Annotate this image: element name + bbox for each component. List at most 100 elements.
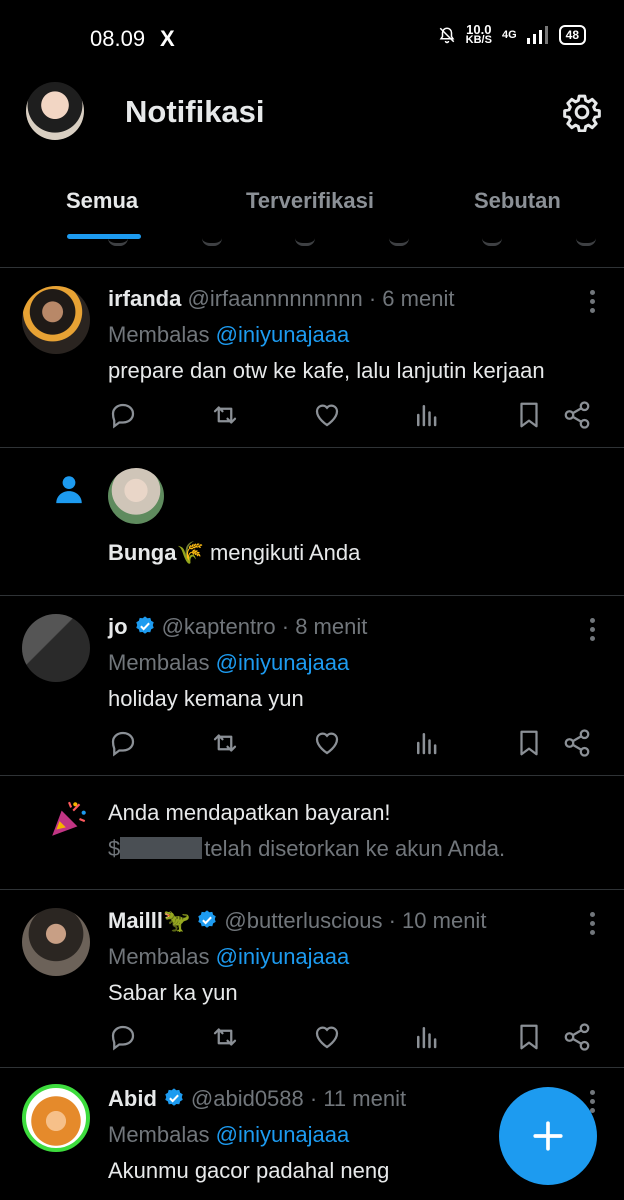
verified-badge-icon [135,616,154,634]
previous-action-row [108,232,596,246]
page-title: Notifikasi [125,94,265,129]
author-name[interactable]: Mailll🦖 [108,908,190,933]
author-handle[interactable]: @kaptentro [162,614,276,639]
notification-reply[interactable]: Mailll🦖 @butterluscious · 10 menit Membal… [0,890,624,1068]
reply-mention[interactable]: @iniyunajaaa [216,650,350,675]
follow-text: Bunga🌾 mengikuti Anda [108,540,360,566]
more-options-icon[interactable] [590,912,596,935]
battery-indicator: 48 [558,25,586,45]
payment-title: Anda mendapatkan bayaran! [108,800,391,825]
like-icon[interactable] [295,232,316,246]
reply-context: Membalas @iniyunajaaa [108,944,349,970]
network-speed-unit: KB/S [465,34,492,46]
author-handle[interactable]: @butterluscious [224,908,382,933]
verified-badge-icon [165,1088,183,1106]
more-options-icon[interactable] [590,1090,596,1113]
repost-icon[interactable] [210,400,240,430]
action-bar [108,1022,590,1054]
share-icon[interactable] [562,728,592,758]
bookmark-icon[interactable] [482,232,503,246]
reply-prefix: Membalas [108,944,210,969]
author-handle[interactable]: @abid0588 [191,1086,304,1111]
notification-follow[interactable]: Bunga🌾 mengikuti Anda [0,448,624,596]
tab-sebutan[interactable]: Sebutan [474,188,561,214]
views-icon[interactable] [388,232,409,246]
payment-detail: $ telah disetorkan ke akun Anda. [108,836,505,862]
follower-avatar[interactable] [108,468,164,524]
payment-suffix: telah disetorkan ke akun Anda. [204,836,506,861]
tab-terverifikasi[interactable]: Terverifikasi [246,188,374,214]
author-name[interactable]: irfanda [108,286,181,311]
post-time: · 8 menit [281,614,368,639]
post-text: Akunmu gacor padahal neng [108,1158,390,1183]
like-icon[interactable] [312,400,342,430]
views-icon[interactable] [412,1022,442,1052]
header: Notifikasi [0,76,624,156]
notification-payment[interactable]: Anda mendapatkan bayaran! $ telah disetor… [0,776,624,890]
bookmark-icon[interactable] [514,400,544,430]
more-options-icon[interactable] [590,618,596,641]
author-name[interactable]: jo [108,614,128,639]
post-time: · 6 menit [368,286,455,311]
share-icon[interactable] [575,232,596,246]
x-logo-icon: X [160,26,175,51]
status-time: 08.09 [90,26,146,51]
share-icon[interactable] [562,400,592,430]
reply-icon[interactable] [108,232,128,246]
reply-prefix: Membalas [108,322,210,347]
follow-action-text: mengikuti Anda [203,540,361,565]
reply-icon[interactable] [108,400,138,430]
tab-semua[interactable]: Semua [66,188,138,214]
redacted-amount [120,837,203,859]
like-icon[interactable] [312,1022,342,1052]
like-icon[interactable] [312,728,342,758]
author-name[interactable]: Abid [108,1086,157,1111]
reply-icon[interactable] [108,728,138,758]
reply-prefix: Membalas [108,650,210,675]
post-text: prepare dan otw ke kafe, lalu lanjutin k… [108,358,545,383]
reply-context: Membalas @iniyunajaaa [108,650,349,676]
repost-icon[interactable] [210,1022,240,1052]
gear-icon[interactable] [562,92,602,132]
network-type: 4G [501,29,517,41]
post-time: · 11 menit [309,1086,407,1111]
profile-avatar[interactable] [26,82,84,140]
party-popper-icon [52,801,86,836]
avatar[interactable] [22,614,90,682]
avatar[interactable] [22,1084,90,1152]
action-bar [108,728,590,760]
bookmark-icon[interactable] [514,728,544,758]
reply-mention[interactable]: @iniyunajaaa [216,1122,350,1147]
author-handle[interactable]: @irfaannnnnnnnn [187,286,362,311]
status-bar: 08.09 X 10.0 KB/S 4G 48 [0,0,624,76]
more-options-icon[interactable] [590,290,596,313]
reply-context: Membalas @iniyunajaaa [108,1122,349,1148]
reply-icon[interactable] [108,1022,138,1052]
repost-icon[interactable] [201,232,222,246]
views-icon[interactable] [412,400,442,430]
share-icon[interactable] [562,1022,592,1052]
follower-name[interactable]: Bunga🌾 [108,540,204,565]
reply-mention[interactable]: @iniyunajaaa [216,944,350,969]
notification-reply[interactable]: jo @kaptentro · 8 menit Membalas @iniyuna… [0,596,624,776]
reply-mention[interactable]: @iniyunajaaa [216,322,350,347]
post-meta: Abid @abid0588 · 11 menit [108,1086,406,1112]
post-meta: jo @kaptentro · 8 menit [108,614,367,640]
avatar[interactable] [22,908,90,976]
post-meta: Mailll🦖 @butterluscious · 10 menit [108,908,486,934]
compose-button[interactable] [499,1087,597,1185]
bookmark-icon[interactable] [514,1022,544,1052]
status-indicators: 10.0 KB/S 4G 48 [438,23,586,46]
avatar[interactable] [22,286,90,354]
plus-icon [533,1121,563,1151]
reply-prefix: Membalas [108,1122,210,1147]
views-icon[interactable] [412,728,442,758]
payment-currency: $ [108,836,121,861]
post-time: · 10 menit [388,908,487,933]
signal-icon [526,26,548,44]
notification-reply[interactable]: irfanda @irfaannnnnnnnn · 6 menit Membal… [0,268,624,448]
previous-item-actions [0,232,624,268]
post-text: Sabar ka yun [108,980,238,1005]
post-meta: irfanda @irfaannnnnnnnn · 6 menit [108,286,454,312]
repost-icon[interactable] [210,728,240,758]
